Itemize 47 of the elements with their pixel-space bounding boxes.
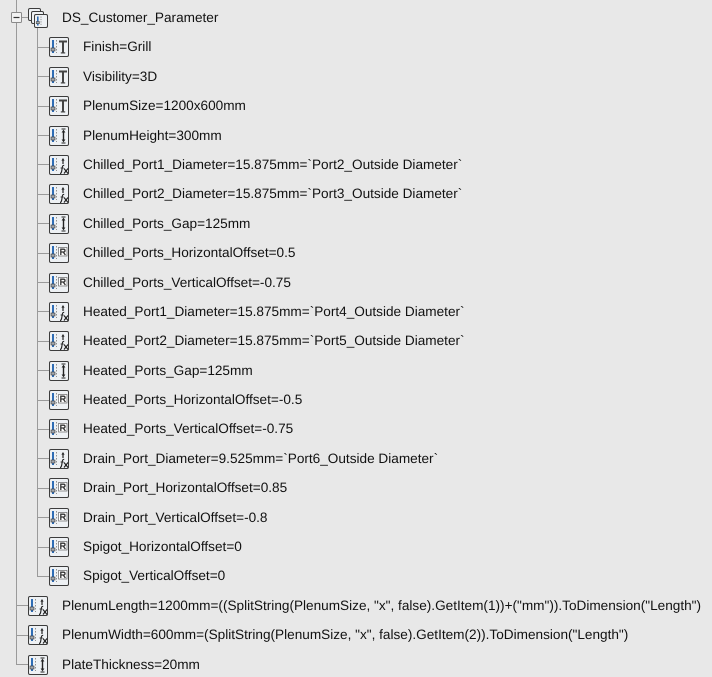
text-parameter-icon <box>49 96 69 116</box>
text-parameter-icon <box>49 37 69 58</box>
formula-parameter-icon <box>49 448 69 469</box>
length-parameter-icon <box>49 126 69 146</box>
parameter-item[interactable]: Chilled_Port2_Diameter=15.875mm=`Port3_Outside Diameter` <box>83 186 462 202</box>
parameter-item[interactable]: PlenumWidth=600mm=(SplitString(PlenumSize, "x", false).GetItem(2)).ToDimension("Length") <box>62 627 628 644</box>
parameter-item[interactable]: Heated_Ports_VerticalOffset=-0.75 <box>83 421 294 438</box>
real-parameter-icon <box>49 243 69 264</box>
parameter-item[interactable]: PlenumHeight=300mm <box>83 128 222 144</box>
parameter-item[interactable]: Heated_Port1_Diameter=15.875mm=`Port4_Outside Diameter` <box>83 304 465 320</box>
parameter-item[interactable]: Heated_Ports_HorizontalOffset=-0.5 <box>83 392 302 408</box>
parameter-item[interactable]: Visibility=3D <box>83 68 158 85</box>
parameter-item[interactable]: Drain_Port_HorizontalOffset=0.85 <box>83 480 288 496</box>
parameter-set-icon <box>28 8 48 28</box>
parameter-item[interactable]: Finish=Grill <box>83 39 152 56</box>
parameter-item[interactable]: PlenumLength=1200mm=((SplitString(PlenumSize, "x", false).GetItem(1))+("mm")).ToDimension("Length") <box>62 598 702 614</box>
length-parameter-icon <box>28 654 48 675</box>
real-parameter-icon <box>49 566 69 586</box>
parameter-item[interactable]: Drain_Port_Diameter=9.525mm=`Port6_Outside Diameter` <box>83 450 438 467</box>
text-parameter-icon <box>49 66 69 87</box>
formula-parameter-icon <box>49 184 69 204</box>
parameter-item[interactable]: Heated_Port2_Diameter=15.875mm=`Port5_Outside Diameter` <box>83 333 465 350</box>
length-parameter-icon <box>49 360 69 381</box>
real-parameter-icon <box>49 478 69 498</box>
formula-parameter-icon <box>28 625 48 646</box>
collapse-icon[interactable] <box>11 12 22 24</box>
formula-parameter-icon <box>49 154 69 175</box>
real-parameter-icon <box>49 537 69 558</box>
parameter-item[interactable]: Chilled_Ports_VerticalOffset=-0.75 <box>83 274 291 290</box>
parameter-item[interactable]: Chilled_Ports_HorizontalOffset=0.5 <box>83 245 296 262</box>
length-parameter-icon <box>49 214 69 234</box>
parameter-set-item[interactable]: DS_Customer_Parameter <box>62 10 218 26</box>
real-parameter-icon <box>49 508 69 528</box>
real-parameter-icon <box>49 419 69 440</box>
parameter-item[interactable]: PlenumSize=1200x600mm <box>83 98 246 114</box>
formula-parameter-icon <box>49 302 69 322</box>
parameter-item[interactable]: Spigot_VerticalOffset=0 <box>83 568 226 584</box>
parameter-item[interactable]: Chilled_Port1_Diameter=15.875mm=`Port2_Outside Diameter` <box>83 156 462 173</box>
real-parameter-icon <box>49 390 69 410</box>
parameter-item[interactable]: Chilled_Ports_Gap=125mm <box>83 216 250 232</box>
parameter-item[interactable]: PlateThickness=20mm <box>62 656 200 673</box>
parameter-item[interactable]: Heated_Ports_Gap=125mm <box>83 362 253 379</box>
parameter-item[interactable]: Spigot_HorizontalOffset=0 <box>83 539 242 556</box>
formula-parameter-icon <box>49 331 69 352</box>
parameter-item[interactable]: Drain_Port_VerticalOffset=-0.8 <box>83 510 268 526</box>
real-parameter-icon <box>49 272 69 292</box>
formula-parameter-icon <box>28 596 48 616</box>
